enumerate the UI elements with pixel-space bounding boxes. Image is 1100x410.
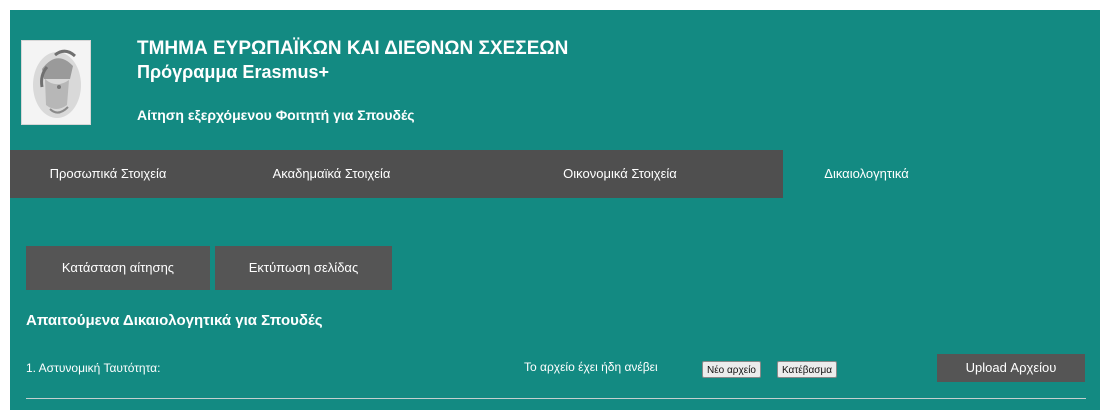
row-divider bbox=[26, 398, 1086, 399]
police-id-label: 1. Αστυνομική Ταυτότητα: bbox=[26, 361, 161, 375]
tab-academic-details[interactable]: Ακαδημαϊκά Στοιχεία bbox=[206, 150, 457, 198]
tab-documents[interactable]: Δικαιολογητικά bbox=[783, 150, 950, 198]
file-uploaded-status: Το αρχείο έχει ήδη ανέβει bbox=[524, 360, 658, 374]
tab-financial-details[interactable]: Οικονομικά Στοιχεία bbox=[457, 150, 783, 198]
required-documents-title: Απαιτούμενα Δικαιολογητικά για Σπουδές bbox=[26, 312, 323, 329]
application-status-button[interactable]: Κατάσταση αίτησης bbox=[26, 246, 210, 290]
download-button[interactable]: Κατέβασμα bbox=[777, 361, 837, 378]
application-panel: ΤΜΗΜΑ ΕΥΡΩΠΑΪΚΩΝ ΚΑΙ ΔΙΕΘΝΩΝ ΣΧΕΣΕΩΝ Πρό… bbox=[10, 10, 1100, 410]
new-file-button[interactable]: Νέο αρχείο bbox=[702, 361, 761, 378]
upload-file-button[interactable]: Upload Αρχείου bbox=[937, 354, 1085, 382]
tab-personal-details[interactable]: Προσωπικά Στοιχεία bbox=[10, 150, 206, 198]
university-logo bbox=[21, 40, 91, 125]
print-page-button[interactable]: Εκτύπωση σελίδας bbox=[215, 246, 392, 290]
application-title: Αίτηση εξερχόμενου Φοιτητή για Σπουδές bbox=[137, 107, 415, 123]
program-title: Πρόγραμμα Erasmus+ bbox=[137, 62, 329, 82]
department-title: ΤΜΗΜΑ ΕΥΡΩΠΑΪΚΩΝ ΚΑΙ ΔΙΕΘΝΩΝ ΣΧΕΣΕΩΝ bbox=[137, 38, 569, 59]
